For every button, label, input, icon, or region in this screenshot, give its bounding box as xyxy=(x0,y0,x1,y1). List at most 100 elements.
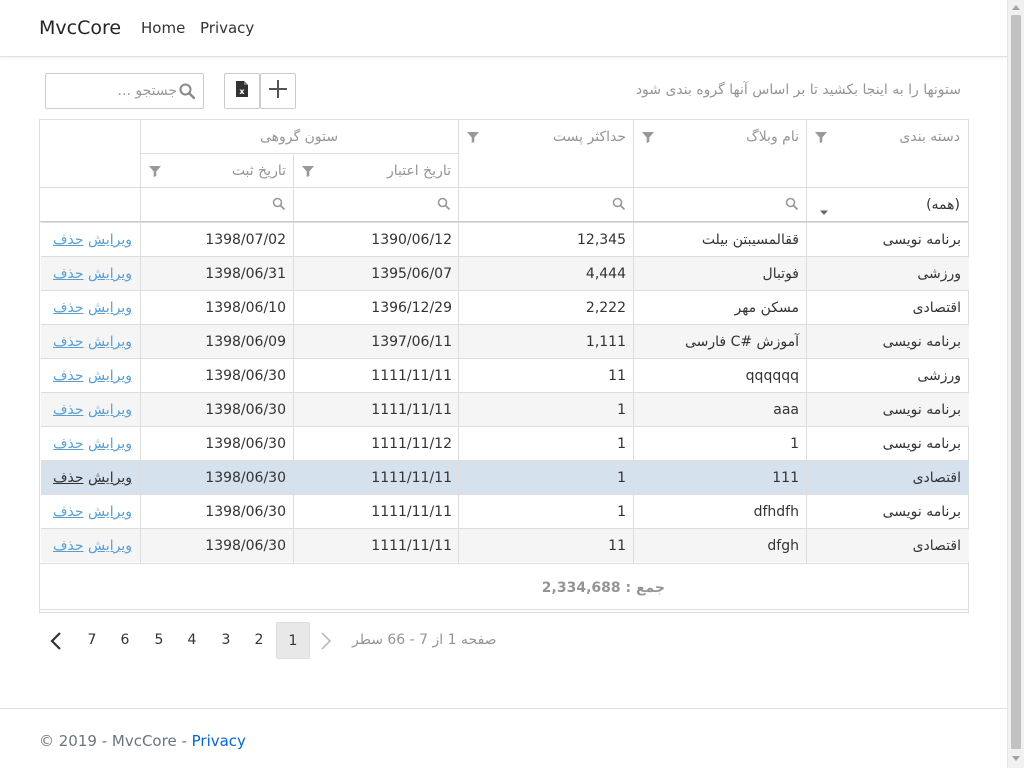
excel-file-icon: x xyxy=(235,80,249,102)
header-register-date[interactable]: تاریخ ثبت xyxy=(162,163,286,179)
cell-register-date: 1398/06/30 xyxy=(205,436,286,452)
cell-blog-name: فوتبال xyxy=(762,266,799,282)
group-panel[interactable]: ستونها را به اینجا بکشید تا بر اساس آنها… xyxy=(560,82,961,98)
cell-validity-date: 1111/11/12 xyxy=(371,436,452,452)
brand-logo[interactable]: MvcCore xyxy=(39,17,121,39)
cell-validity-date: 1111/11/11 xyxy=(371,504,452,520)
table-row[interactable]: ورزشی فوتبال 4,444 1395/06/07 1398/06/31 ویرا… xyxy=(41,256,969,290)
cell-blog-name: آموزش #C فارسی xyxy=(684,334,799,350)
cell-register-date: 1398/06/31 xyxy=(205,266,286,282)
pager-page-4[interactable]: 4 xyxy=(175,622,209,659)
cell-blog-name: dfhdfh xyxy=(753,504,799,520)
delete-link[interactable]: حذف xyxy=(53,470,84,486)
pager-page-1[interactable]: 1 xyxy=(276,622,310,659)
scroll-thumb[interactable] xyxy=(1011,15,1021,749)
header-group-column[interactable]: ستون گروهی xyxy=(140,129,458,145)
header-category[interactable]: دسته بندی xyxy=(825,129,960,145)
table-row[interactable]: اقتصادی 111 1 1111/11/11 1398/06/30 ویرایش حذ… xyxy=(41,460,969,494)
add-row-button[interactable] xyxy=(260,73,296,109)
pager-next-button[interactable] xyxy=(309,622,343,659)
svg-text:x: x xyxy=(239,87,245,96)
cell-register-date: 1398/06/09 xyxy=(205,334,286,350)
delete-link[interactable]: حذف xyxy=(53,300,84,316)
chevron-down-icon[interactable] xyxy=(819,204,829,220)
table-row[interactable]: برنامه نویسی 1 1 1111/11/12 1398/06/30 ویرایش… xyxy=(41,426,969,460)
edit-link[interactable]: ویرایش xyxy=(88,538,132,554)
edit-link[interactable]: ویرایش xyxy=(88,300,132,316)
edit-link[interactable]: ویرایش xyxy=(88,334,132,350)
delete-link[interactable]: حذف xyxy=(53,504,84,520)
search-icon-validity-filter[interactable] xyxy=(437,197,451,215)
delete-link[interactable]: حذف xyxy=(53,368,84,384)
cell-validity-date: 1390/06/12 xyxy=(371,232,452,248)
edit-link[interactable]: ویرایش xyxy=(88,402,132,418)
table-row[interactable]: اقتصادی مسکن مهر 2,222 1396/12/29 1398/06/10… xyxy=(41,290,969,324)
cell-validity-date: 1397/06/11 xyxy=(371,334,452,350)
footer-text: © 2019 - MvcCore - Privacy xyxy=(39,732,246,750)
cell-actions: ویرایش حذف xyxy=(53,300,132,316)
search-icon-max-filter[interactable] xyxy=(612,197,626,215)
filter-icon-register-date[interactable] xyxy=(148,164,162,182)
edit-link[interactable]: ویرایش xyxy=(88,436,132,452)
delete-link[interactable]: حذف xyxy=(53,402,84,418)
delete-link[interactable]: حذف xyxy=(53,436,84,452)
category-filter-select[interactable]: (همه) xyxy=(825,197,960,213)
search-icon-blog-filter[interactable] xyxy=(785,197,799,215)
delete-link[interactable]: حذف xyxy=(53,334,84,350)
search-input[interactable] xyxy=(52,81,177,101)
pager-prev-button[interactable] xyxy=(39,622,73,659)
cell-category: اقتصادی xyxy=(912,538,961,554)
delete-link[interactable]: حذف xyxy=(53,266,84,282)
cell-validity-date: 1111/11/11 xyxy=(371,402,452,418)
pager-page-2[interactable]: 2 xyxy=(242,622,276,659)
footer-privacy-link[interactable]: Privacy xyxy=(192,732,246,750)
chevron-right-icon xyxy=(320,632,332,654)
export-excel-button[interactable]: x xyxy=(224,73,260,109)
search-icon-register-filter[interactable] xyxy=(272,197,286,215)
nav-link-home[interactable]: Home xyxy=(141,19,185,37)
edit-link[interactable]: ویرایش xyxy=(88,232,132,248)
cell-register-date: 1398/06/30 xyxy=(205,538,286,554)
cell-blog-name: 1 xyxy=(790,436,799,452)
data-grid: دسته بندی نام وبلاگ حداکثر پست ستون گروه… xyxy=(39,119,969,613)
edit-link[interactable]: ویرایش xyxy=(88,504,132,520)
edit-link[interactable]: ویرایش xyxy=(88,368,132,384)
cell-max-post: 1 xyxy=(617,504,626,520)
table-row[interactable]: برنامه نویسی aaa 1 1111/11/11 1398/06/30 ویرا… xyxy=(41,392,969,426)
table-row[interactable]: برنامه نویسی dfhdfh 1 1111/11/11 1398/06/30 و… xyxy=(41,494,969,528)
edit-link[interactable]: ویرایش xyxy=(88,266,132,282)
plus-icon xyxy=(268,79,288,103)
filter-icon-max-post[interactable] xyxy=(466,130,480,148)
cell-category: برنامه نویسی xyxy=(882,504,961,520)
search-icon[interactable] xyxy=(179,83,196,103)
delete-link[interactable]: حذف xyxy=(53,232,84,248)
search-box xyxy=(45,73,204,109)
delete-link[interactable]: حذف xyxy=(53,538,84,554)
pager-page-7[interactable]: 7 xyxy=(75,622,109,659)
filter-icon-category[interactable] xyxy=(814,130,828,148)
vertical-scrollbar[interactable] xyxy=(1007,0,1024,768)
nav-link-privacy[interactable]: Privacy xyxy=(200,19,254,37)
pager-page-6[interactable]: 6 xyxy=(108,622,142,659)
scroll-down-arrow[interactable] xyxy=(1012,756,1020,761)
cell-max-post: 1 xyxy=(617,402,626,418)
header-validity-date[interactable]: تاریخ اعتبار xyxy=(316,163,451,179)
cell-actions: ویرایش حذف xyxy=(53,334,132,350)
cell-blog-name: qqqqqq xyxy=(745,368,799,384)
pager-page-3[interactable]: 3 xyxy=(209,622,243,659)
scroll-up-arrow[interactable] xyxy=(1012,5,1020,10)
filter-icon-validity-date[interactable] xyxy=(301,164,315,182)
filter-icon-blog-name[interactable] xyxy=(641,130,655,148)
table-row[interactable]: برنامه نویسی ققالمسیبتن بیلت 12,345 1390/06… xyxy=(41,222,969,256)
table-row[interactable]: اقتصادی dfgh 11 1111/11/11 1398/06/30 ویرایش … xyxy=(41,528,969,562)
header-blog-name[interactable]: نام وبلاگ xyxy=(652,129,799,145)
edit-link[interactable]: ویرایش xyxy=(88,470,132,486)
cell-category: برنامه نویسی xyxy=(882,334,961,350)
cell-validity-date: 1111/11/11 xyxy=(371,538,452,554)
table-row[interactable]: برنامه نویسی آموزش #C فارسی 1,111 1397/06/1… xyxy=(41,324,969,358)
table-row[interactable]: ورزشی qqqqqq 11 1111/11/11 1398/06/30 ویرایش … xyxy=(41,358,969,392)
cell-register-date: 1398/06/30 xyxy=(205,504,286,520)
cell-max-post: 2,222 xyxy=(585,300,626,316)
header-max-post[interactable]: حداکثر پست xyxy=(480,129,626,145)
pager-page-5[interactable]: 5 xyxy=(142,622,176,659)
